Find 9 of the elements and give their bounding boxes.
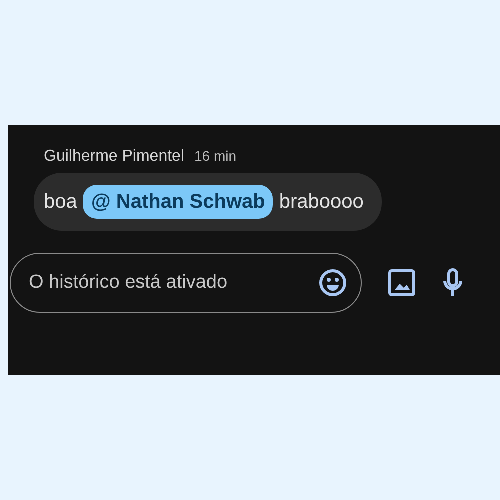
message-time: 16 min bbox=[194, 147, 237, 166]
microphone-icon[interactable] bbox=[442, 268, 464, 298]
message-text: braboooo bbox=[279, 190, 364, 215]
sender-name: Guilherme Pimentel bbox=[44, 147, 184, 167]
message-text: boa bbox=[44, 190, 78, 215]
image-icon[interactable] bbox=[388, 269, 416, 297]
emoji-icon[interactable] bbox=[318, 268, 348, 298]
message-input[interactable]: O histórico está ativado bbox=[10, 253, 362, 313]
mention-chip[interactable]: @ Nathan Schwab bbox=[83, 185, 274, 219]
